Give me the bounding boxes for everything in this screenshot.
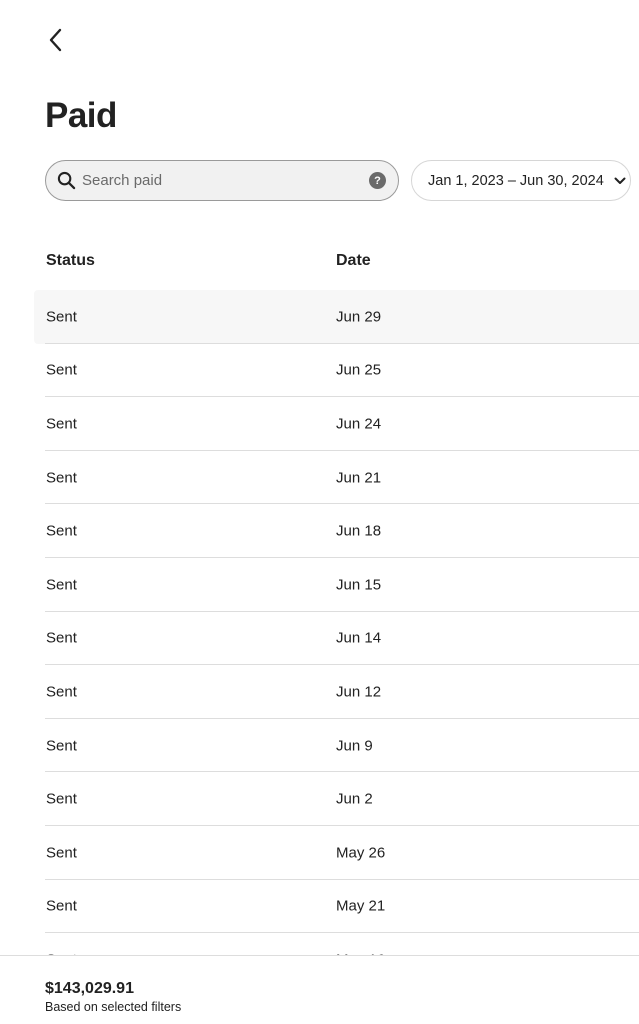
- table-row[interactable]: Sent Jun 29: [0, 290, 639, 344]
- table-row[interactable]: Sent Jun 21: [0, 451, 639, 505]
- column-header-status[interactable]: Status: [46, 252, 95, 270]
- date-range-label: Jan 1, 2023 – Jun 30, 2024: [428, 172, 604, 189]
- chevron-left-icon: [49, 28, 62, 52]
- row-date: Jun 12: [336, 683, 382, 701]
- paid-page: Paid ? Jan 1, 2023 – Jun 30, 2024 Status…: [0, 0, 639, 1024]
- row-status: Sent: [46, 844, 77, 862]
- table-row[interactable]: Sent May 21: [0, 880, 639, 934]
- search-input[interactable]: [82, 172, 369, 189]
- search-bar[interactable]: ?: [45, 160, 399, 201]
- row-status: Sent: [46, 361, 77, 379]
- row-date: Jun 24: [336, 415, 382, 433]
- table-row[interactable]: Sent Jun 15: [0, 558, 639, 612]
- row-status: Sent: [46, 790, 77, 808]
- table-row[interactable]: Sent Jun 25: [0, 344, 639, 398]
- column-header-date[interactable]: Date: [336, 252, 371, 270]
- back-button[interactable]: [40, 24, 72, 56]
- row-status: Sent: [46, 469, 77, 487]
- date-range-filter[interactable]: Jan 1, 2023 – Jun 30, 2024: [411, 160, 631, 201]
- total-amount: $143,029.91: [45, 980, 134, 997]
- row-status: Sent: [46, 308, 77, 326]
- table-row[interactable]: Sent Jun 18: [0, 504, 639, 558]
- search-icon: [56, 171, 76, 191]
- table-row[interactable]: Sent Jun 9: [0, 719, 639, 773]
- row-date: Jun 14: [336, 629, 382, 647]
- table-row[interactable]: Sent Jun 24: [0, 397, 639, 451]
- help-icon[interactable]: ?: [369, 172, 386, 189]
- row-date: May 21: [336, 897, 386, 915]
- row-date: Jun 25: [336, 361, 382, 379]
- row-date: Jun 18: [336, 522, 382, 540]
- row-status: Sent: [46, 737, 77, 755]
- row-date: Jun 2: [336, 790, 373, 808]
- row-status: Sent: [46, 576, 77, 594]
- summary-footer: $143,029.91 Based on selected filters: [0, 955, 639, 1024]
- table-row[interactable]: Sent Jun 2: [0, 772, 639, 826]
- row-status: Sent: [46, 897, 77, 915]
- table-row[interactable]: Sent Jun 14: [0, 612, 639, 666]
- chevron-down-icon: [614, 177, 626, 185]
- row-date: May 26: [336, 844, 386, 862]
- row-status: Sent: [46, 522, 77, 540]
- row-date: Jun 21: [336, 469, 382, 487]
- table-row[interactable]: Sent May 26: [0, 826, 639, 880]
- row-status: Sent: [46, 629, 77, 647]
- row-date: Jun 15: [336, 576, 382, 594]
- row-status: Sent: [46, 683, 77, 701]
- row-status: Sent: [46, 415, 77, 433]
- row-date: Jun 9: [336, 737, 373, 755]
- page-title: Paid: [45, 96, 117, 135]
- row-date: Jun 29: [336, 308, 382, 326]
- table-row[interactable]: Sent Jun 12: [0, 665, 639, 719]
- payout-table: Sent Jun 29 Sent Jun 25 Sent Jun 24 Sent…: [0, 290, 639, 987]
- filter-note: Based on selected filters: [45, 1000, 182, 1014]
